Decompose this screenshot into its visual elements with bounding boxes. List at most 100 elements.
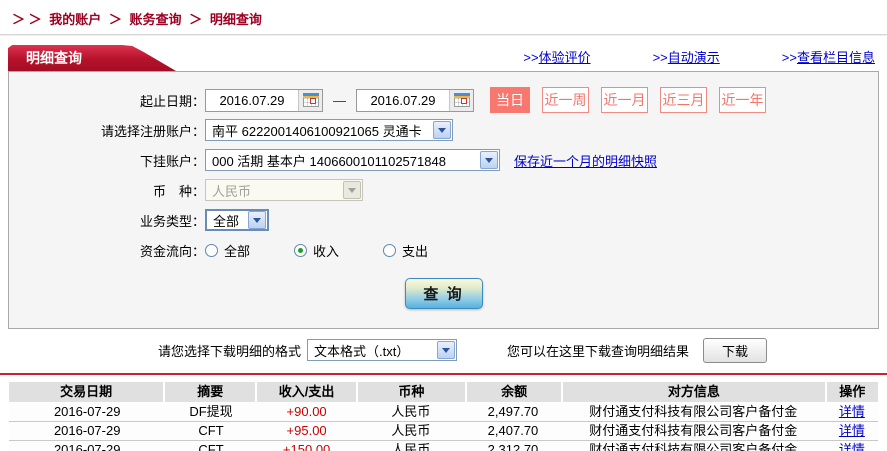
quick-range-today-button[interactable]: 当日 (490, 87, 530, 113)
flow-option-expense[interactable]: 支出 (383, 241, 428, 260)
breadcrumb-item-account-query[interactable]: 账务查询 (130, 12, 182, 27)
sub-account-label: 下挂账户： (139, 153, 205, 169)
flow-option-income[interactable]: 收入 (294, 241, 339, 260)
chevron-down-icon[interactable] (248, 211, 266, 229)
cell-balance: 2,497.70 (487, 404, 539, 419)
tab-detail-query[interactable]: 明细查询 (8, 45, 176, 71)
link-label: 查看栏目信息 (796, 50, 875, 65)
header-links: >>体验评价 >>自动演示 >>查看栏目信息 (523, 47, 875, 66)
date-from-value: 2016.07.29 (219, 92, 285, 108)
currency-row: 币 种： 人民币 (9, 178, 878, 202)
calendar-icon (453, 93, 470, 107)
quick-range-month-button[interactable]: 近一月 (601, 87, 648, 113)
currency-select: 人民币 (205, 179, 363, 201)
breadcrumb-separator: ＞ (189, 12, 203, 27)
quick-range-quarter-button[interactable]: 近三月 (660, 87, 707, 113)
detail-link[interactable]: 详情 (839, 404, 865, 419)
cell-summary: CFT (198, 442, 224, 451)
link-column-info[interactable]: >>查看栏目信息 (782, 47, 875, 66)
date-range-label: 起止日期： (139, 93, 205, 109)
cell-counterparty: 财付通支付科技有限公司客户备付金 (589, 442, 798, 451)
date-to-value: 2016.07.29 (370, 92, 436, 108)
biz-type-value: 全部 (213, 213, 240, 229)
breadcrumb-prefix: ＞ ＞ (12, 12, 42, 27)
cell-currency: 人民币 (391, 423, 431, 438)
register-account-select[interactable]: 南平 6222001406100921065 灵通卡 (205, 119, 453, 141)
register-account-row: 请选择注册账户： 南平 6222001406100921065 灵通卡 (9, 118, 878, 142)
cell-balance: 2,312.70 (487, 442, 539, 451)
red-divider (0, 373, 887, 375)
results-table: 交易日期 摘要 收入/支出 币种 余额 对方信息 操作 2016-07-29 D… (9, 382, 878, 451)
link-label: 自动演示 (667, 50, 720, 65)
detail-link[interactable]: 详情 (839, 423, 865, 438)
date-dash: — (333, 92, 346, 108)
currency-value: 人民币 (212, 183, 252, 199)
cell-summary: DF提现 (189, 404, 233, 419)
chevron-down-icon[interactable] (433, 121, 451, 139)
quick-range-week-button[interactable]: 近一周 (542, 87, 589, 113)
header-counterparty: 对方信息 (563, 382, 825, 402)
download-format-value: 文本格式（.txt） (314, 343, 410, 359)
breadcrumb-item-detail-query[interactable]: 明细查询 (210, 12, 262, 27)
cell-amount: +150.00 (282, 442, 331, 451)
radio-income[interactable] (294, 243, 308, 257)
cell-counterparty: 财付通支付科技有限公司客户备付金 (589, 404, 798, 419)
quick-range-year-button[interactable]: 近一年 (719, 87, 766, 113)
header-action: 操作 (826, 382, 878, 402)
download-hint: 您可以在这里下载查询明细结果 (507, 343, 690, 359)
header-balance: 余额 (466, 382, 562, 402)
query-button[interactable]: 查 询 (404, 278, 483, 309)
breadcrumb-item-my-account[interactable]: 我的账户 (49, 12, 101, 27)
table-row: 2016-07-29 DF提现 +90.00 人民币 2,497.70 财付通支… (9, 403, 878, 422)
cell-balance: 2,407.70 (487, 423, 539, 438)
biz-type-select[interactable]: 全部 (205, 209, 269, 231)
detail-link[interactable]: 详情 (839, 442, 865, 451)
radio-expense-label: 支出 (402, 243, 429, 259)
query-form-panel: 起止日期： 2016.07.29 — 2016.07.29 当日 近一周 近一月… (8, 71, 879, 329)
tab-bar: 明细查询 >>体验评价 >>自动演示 >>查看栏目信息 (8, 45, 879, 71)
cell-date: 2016-07-29 (53, 423, 121, 438)
cell-currency: 人民币 (391, 404, 431, 419)
download-row: 请您选择下载明细的格式 文本格式（.txt） 您可以在这里下载查询明细结果 下载 (0, 336, 887, 364)
cell-summary: CFT (198, 423, 224, 438)
download-button[interactable]: 下载 (703, 337, 768, 363)
calendar-icon (302, 93, 319, 107)
sub-account-value: 000 活期 基本户 1406600101102571848 (212, 153, 446, 169)
date-from-input[interactable]: 2016.07.29 (205, 88, 323, 112)
radio-expense[interactable] (383, 243, 397, 257)
table-header: 交易日期 摘要 收入/支出 币种 余额 对方信息 操作 (9, 382, 878, 402)
register-account-value: 南平 6222001406100921065 灵通卡 (212, 123, 422, 139)
chevron-down-icon[interactable] (437, 341, 456, 359)
radio-all-label: 全部 (224, 243, 251, 259)
flow-option-all[interactable]: 全部 (205, 241, 250, 260)
cell-date: 2016-07-29 (53, 442, 121, 451)
cell-date: 2016-07-29 (53, 404, 121, 419)
link-auto-demo[interactable]: >>自动演示 (653, 47, 720, 66)
date-range-row: 起止日期： 2016.07.29 — 2016.07.29 当日 近一周 近一月… (9, 87, 878, 113)
table-row: 2016-07-29 CFT +95.00 人民币 2,407.70 财付通支付… (9, 422, 878, 441)
biz-type-row: 业务类型： 全部 (9, 208, 878, 232)
table-row: 2016-07-29 CFT +150.00 人民币 2,312.70 财付通支… (9, 441, 878, 451)
chevron-down-icon (343, 181, 361, 199)
flow-direction-label: 资金流向： (139, 243, 205, 259)
save-snapshot-link[interactable]: 保存近一个月的明细快照 (514, 151, 657, 170)
header-date: 交易日期 (9, 382, 164, 402)
cell-currency: 人民币 (391, 442, 431, 451)
link-prefix: >> (781, 50, 797, 65)
download-format-select[interactable]: 文本格式（.txt） (307, 339, 458, 361)
date-to-input[interactable]: 2016.07.29 (356, 88, 474, 112)
link-experience-review[interactable]: >>体验评价 (523, 47, 590, 66)
date-from-calendar-button[interactable] (298, 89, 322, 111)
quick-range-group: 当日 近一周 近一月 近三月 近一年 (490, 87, 766, 113)
cell-counterparty: 财付通支付科技有限公司客户备付金 (589, 423, 798, 438)
biz-type-label: 业务类型： (139, 213, 205, 229)
breadcrumb: ＞ ＞ 我的账户 ＞ 账务查询 ＞ 明细查询 (0, 0, 887, 31)
cell-amount: +90.00 (286, 404, 327, 419)
radio-all[interactable] (205, 243, 218, 257)
currency-label: 币 种： (152, 183, 205, 199)
date-to-calendar-button[interactable] (449, 89, 473, 111)
sub-account-select[interactable]: 000 活期 基本户 1406600101102571848 (205, 149, 500, 171)
header-summary: 摘要 (165, 382, 256, 402)
flow-direction-row: 资金流向： 全部 收入 支出 (9, 238, 878, 262)
chevron-down-icon[interactable] (480, 151, 498, 169)
